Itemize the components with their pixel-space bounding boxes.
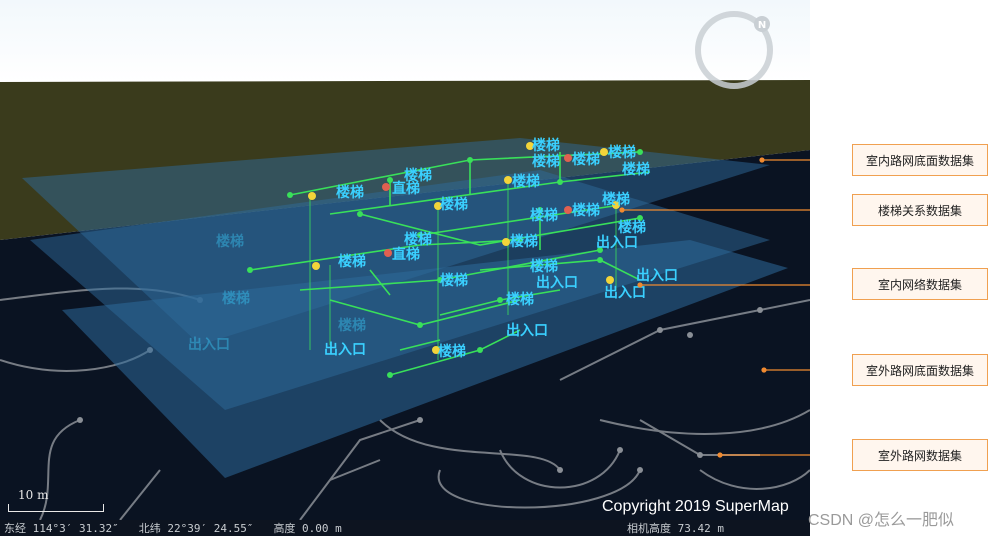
label-stair: 楼梯 [222,290,250,307]
callout-stair-relation: 楼梯关系数据集 [852,194,988,226]
label-entrance: 出入口 [536,274,578,291]
latitude-readout: 北纬 22°39′ 24.55″ [138,522,254,535]
status-bar: 东经 114°3′ 31.32″ 北纬 22°39′ 24.55″ 高度 0.0… [0,520,810,536]
label-stair: 楼梯 [602,191,630,208]
map-3d-viewport[interactable]: 楼梯 楼梯 楼梯 楼梯 楼梯 楼梯 楼梯 直梯 楼梯 楼梯 楼梯 楼梯 楼梯 楼… [0,0,810,536]
label-elevator: 直梯 [392,180,420,197]
scale-bar-label: 10 m [18,488,49,502]
label-stair: 楼梯 [608,144,636,161]
label-stair: 楼梯 [440,196,468,213]
label-stair: 楼梯 [338,253,366,270]
label-stair: 楼梯 [438,343,466,360]
height-readout: 高度 0.00 m [273,522,342,535]
scale-bar: 10 m [6,488,106,516]
label-stair: 楼梯 [512,173,540,190]
sky [0,0,810,82]
label-stair: 楼梯 [404,231,432,248]
copyright-text: Copyright 2019 SuperMap [602,498,789,515]
callout-indoor-network: 室内网络数据集 [852,268,988,300]
compass-north-label: N [758,20,766,31]
label-stair: 楼梯 [530,207,558,224]
label-entrance: 出入口 [636,267,678,284]
label-stair: 楼梯 [572,151,600,168]
label-entrance: 出入口 [596,234,638,251]
label-stair: 楼梯 [338,317,366,334]
label-entrance: 出入口 [506,322,548,339]
camera-height-readout: 相机高度 73.42 m [627,522,724,535]
label-entrance: 出入口 [188,336,230,353]
label-stair: 楼梯 [336,184,364,201]
callout-indoor-road-base: 室内路网底面数据集 [852,144,988,176]
label-stair: 楼梯 [510,233,538,250]
label-stair: 楼梯 [532,153,560,170]
label-stair: 楼梯 [532,137,560,154]
watermark-text: CSDN @怎么一肥似 [808,512,955,529]
label-stair: 楼梯 [572,202,600,219]
label-entrance: 出入口 [324,341,366,358]
compass-ring[interactable]: N [692,8,776,92]
label-stair: 楼梯 [622,161,650,178]
longitude-readout: 东经 114°3′ 31.32″ [4,522,119,535]
callout-outdoor-road-base: 室外路网底面数据集 [852,354,988,386]
label-stair: 楼梯 [618,219,646,236]
label-stair: 楼梯 [216,233,244,250]
label-stair: 楼梯 [530,258,558,275]
label-elevator: 直梯 [392,246,420,263]
label-stair: 楼梯 [440,272,468,289]
scale-bar-ruler [8,504,104,512]
label-stair: 楼梯 [506,291,534,308]
callout-outdoor-road-network: 室外路网数据集 [852,439,988,471]
